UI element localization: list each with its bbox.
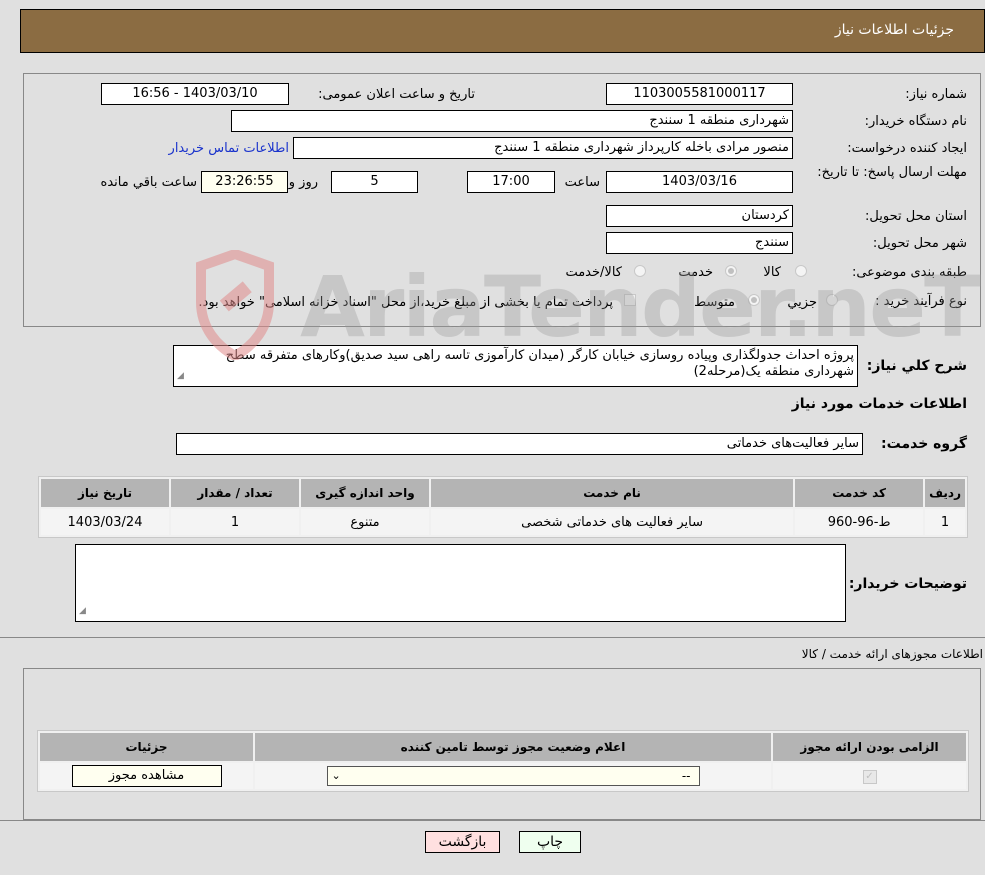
col-unit: واحد اندازه گیری [301,479,429,507]
category-radio-goods[interactable] [795,265,807,277]
col-permit-status: اعلام وضعیت مجوز توسط تامین کننده [255,733,771,761]
requester-field: منصور مرادی باخله کارپرداز شهرداری منطقه… [293,137,793,159]
buyer-contact-link[interactable]: اطلاعات تماس خریدار [169,141,289,156]
deadline-time-field: 17:00 [467,171,555,193]
purchase-type-radio-medium[interactable] [748,294,760,306]
deadline-label: مهلت ارسال پاسخ: تا تاریخ: [817,165,967,180]
permit-status-select[interactable]: -- ⌄ [326,766,700,786]
category-radio-service[interactable] [725,265,737,277]
col-quantity: تعداد / مقدار [171,479,299,507]
buyer-notes-textarea[interactable]: ◢ [75,544,846,622]
announce-datetime-label: تاریخ و ساعت اعلان عمومی: [318,87,475,102]
services-table: ردیف کد خدمت نام خدمت واحد اندازه گیری ت… [38,476,968,538]
buyer-org-field: شهرداری منطقه 1 سنندج [231,110,793,132]
time-remaining-field: 23:26:55 [201,171,288,193]
permit-status-value: -- [681,769,691,783]
cell-permit-status: -- ⌄ [255,763,771,789]
col-row-number: ردیف [925,479,965,507]
cell-row-number: 1 [925,509,965,535]
purchase-type-option-medium: متوسط [694,295,735,310]
page-title: جزئیات اطلاعات نیاز [834,22,954,38]
buyer-org-label: نام دستگاه خریدار: [864,114,967,129]
permits-section-title: اطلاعات مجوزهای ارائه خدمت / کالا [801,647,983,661]
deadline-date-field: 1403/03/16 [606,171,793,193]
category-radio-goods-service[interactable] [634,265,646,277]
print-button[interactable]: چاپ [519,831,581,853]
services-section-title: اطلاعات خدمات مورد نیاز [791,396,967,412]
treasury-checkbox[interactable] [624,294,636,306]
time-remaining-label: ساعت باقي مانده [100,175,197,190]
cell-service-code: ط-96-960 [795,509,924,535]
resize-handle-icon[interactable]: ◢ [79,603,86,619]
category-option-goods-service: کالا/خدمت [565,265,622,280]
city-field: سنندج [606,232,793,254]
permit-required-checkbox[interactable]: ✓ [862,770,877,784]
city-label: شهر محل تحویل: [872,236,967,251]
category-option-goods: کالا [763,265,781,280]
deadline-time-label: ساعت [564,175,600,190]
purchase-type-label: نوع فرآیند خرید : [875,294,967,309]
description-label: شرح کلي نیاز: [866,358,967,374]
cell-permit-required: ✓ [773,763,966,789]
resize-handle-icon[interactable]: ◢ [177,368,184,384]
view-permit-button[interactable]: مشاهده مجوز [71,765,222,787]
back-button[interactable]: بازگشت [425,831,500,853]
chevron-down-icon: ⌄ [331,769,341,782]
col-need-date: تاریخ نیاز [41,479,169,507]
page-header: جزئیات اطلاعات نیاز [20,9,985,53]
cell-quantity: 1 [171,509,299,535]
col-permit-required: الزامی بودن ارائه مجوز [773,733,966,761]
service-group-field: سایر فعالیت‌های خدماتی [176,433,863,455]
purchase-type-radio-minor[interactable] [826,294,838,306]
permits-table: الزامی بودن ارائه مجوز اعلام وضعیت مجوز … [37,730,969,792]
cell-permit-details: مشاهده مجوز [40,763,253,789]
need-number-field: 1103005581000117 [606,83,793,105]
buyer-notes-label: توضیحات خریدار: [848,576,967,592]
cell-need-date: 1403/03/24 [41,509,169,535]
purchase-type-option-minor: جزيي [787,295,817,310]
province-label: استان محل تحویل: [865,209,967,224]
need-number-label: شماره نیاز: [905,87,967,102]
footer-divider [0,820,985,821]
description-text: پروژه احداث جدولگذاری وپیاده روسازی خیاب… [225,348,854,379]
service-group-label: گروه خدمت: [881,436,967,452]
description-textarea[interactable]: پروژه احداث جدولگذاری وپیاده روسازی خیاب… [173,345,858,387]
section-divider [0,637,985,638]
cell-unit: متنوع [301,509,429,535]
col-service-code: کد خدمت [795,479,924,507]
col-service-name: نام خدمت [431,479,794,507]
category-option-service: خدمت [678,265,713,280]
cell-service-name: سایر فعالیت های خدماتی شخصی [431,509,794,535]
table-row: 1 ط-96-960 سایر فعالیت های خدماتی شخصی م… [41,509,965,535]
category-label: طبقه بندی موضوعی: [851,265,967,280]
requester-label: ایجاد کننده درخواست: [847,141,967,156]
treasury-note: پرداخت تمام یا بخشی از مبلغ خرید،از محل … [198,295,613,310]
announce-datetime-field: 1403/03/10 - 16:56 [101,83,289,105]
days-label: روز و [288,175,318,190]
days-remaining-field: 5 [331,171,418,193]
col-permit-details: جزئیات [40,733,253,761]
table-row: ✓ -- ⌄ مشاهده مجوز [40,763,966,789]
services-table-wrapper: ردیف کد خدمت نام خدمت واحد اندازه گیری ت… [38,476,968,538]
province-field: کردستان [606,205,793,227]
permits-table-wrapper: الزامی بودن ارائه مجوز اعلام وضعیت مجوز … [37,730,969,792]
